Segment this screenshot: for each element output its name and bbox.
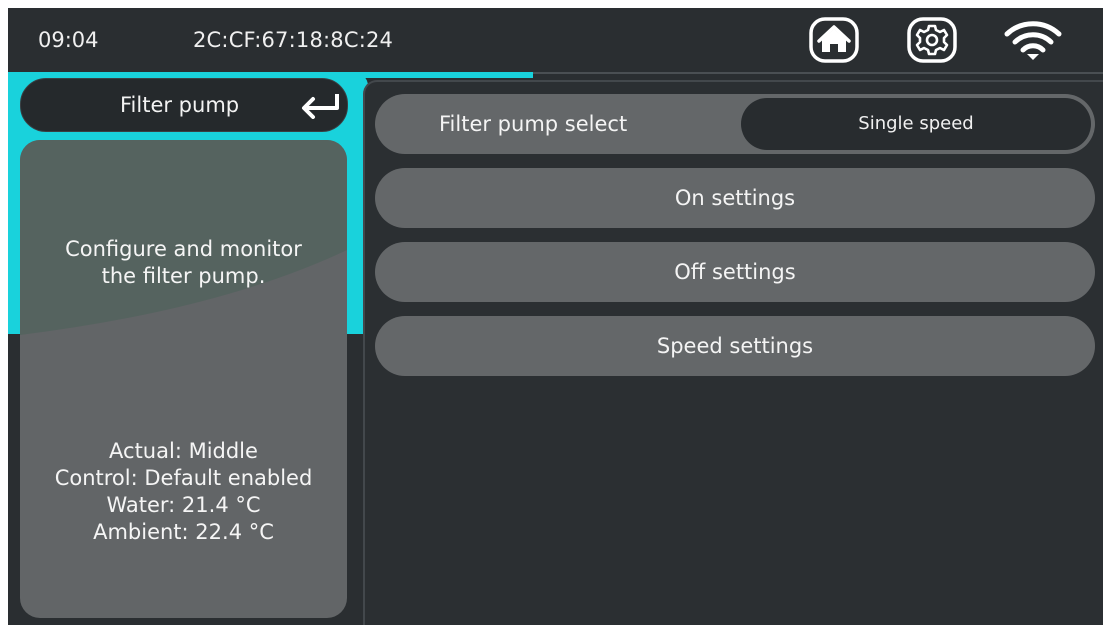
status-bar: 09:04 2C:CF:67:18:8C:24 bbox=[8, 8, 1103, 74]
device-mac-address: 2C:CF:67:18:8C:24 bbox=[193, 28, 394, 52]
filter-pump-select-row[interactable]: Filter pump select Single speed bbox=[375, 94, 1095, 154]
gear-icon[interactable] bbox=[906, 16, 958, 64]
return-arrow-icon[interactable] bbox=[299, 91, 341, 119]
status-control: Control: Default enabled bbox=[54, 466, 313, 490]
info-card: Configure and monitor the filter pump. A… bbox=[20, 140, 347, 618]
status-actual: Actual: Middle bbox=[109, 439, 258, 463]
screen: 09:04 2C:CF:67:18:8C:24 Filter pump Conf… bbox=[8, 8, 1103, 625]
clock: 09:04 bbox=[38, 28, 99, 52]
description-line: the filter pump. bbox=[101, 264, 266, 288]
filter-pump-select-dropdown[interactable]: Single speed bbox=[741, 98, 1091, 150]
description-line: Configure and monitor bbox=[65, 237, 302, 261]
pump-status: Actual: Middle Control: Default enabled … bbox=[20, 438, 347, 546]
on-settings-button[interactable]: On settings bbox=[375, 168, 1095, 228]
filter-pump-select-label: Filter pump select bbox=[439, 112, 628, 136]
page-title: Filter pump bbox=[120, 93, 240, 117]
wifi-icon bbox=[1004, 21, 1062, 60]
speed-settings-button[interactable]: Speed settings bbox=[375, 316, 1095, 376]
status-ambient-temp: Ambient: 22.4 °C bbox=[93, 520, 274, 544]
off-settings-button[interactable]: Off settings bbox=[375, 242, 1095, 302]
status-water-temp: Water: 21.4 °C bbox=[106, 493, 261, 517]
page-title-pill[interactable]: Filter pump bbox=[20, 78, 348, 132]
page-description: Configure and monitor the filter pump. bbox=[20, 236, 347, 290]
home-icon[interactable] bbox=[808, 16, 860, 64]
